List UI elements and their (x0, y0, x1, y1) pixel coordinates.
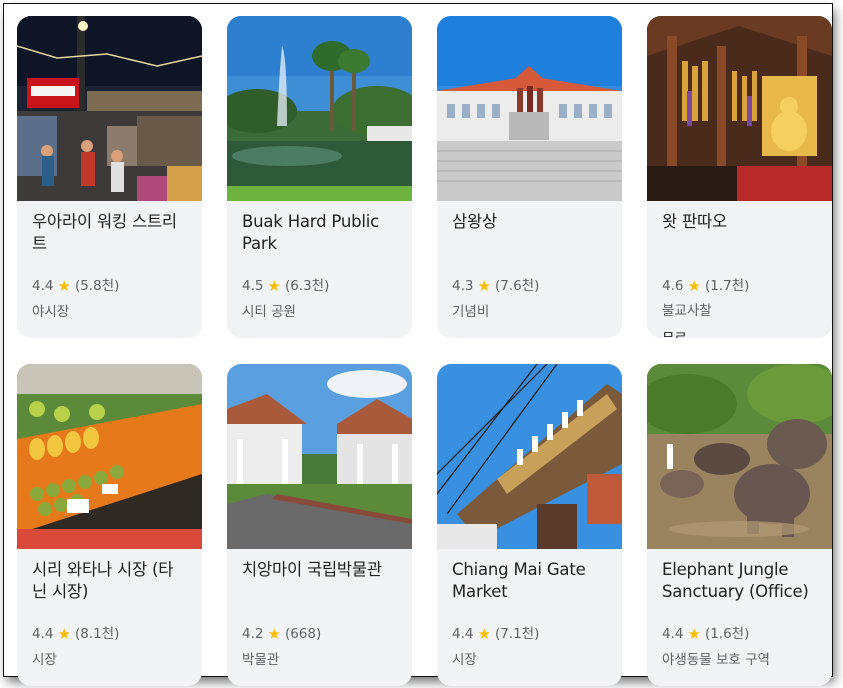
review-count: (1.6천) (704, 626, 750, 642)
rating-row: 4.4 ★ (7.1천) (452, 625, 607, 643)
results-panel: 우아라이 워킹 스트리트 4.4 ★ (5.8천) 야시장 Buak Hard … (4, 4, 832, 686)
place-grid: 우아라이 워킹 스트리트 4.4 ★ (5.8천) 야시장 Buak Hard … (17, 16, 832, 686)
place-category: 시장 (32, 652, 57, 668)
rating-row: 4.4 ★ (8.1천) (32, 625, 187, 643)
place-name[interactable]: Elephant Jungle Sanctuary (Office) (662, 559, 817, 609)
place-category: 시장 (452, 652, 477, 668)
review-count: (8.1천) (74, 626, 120, 642)
rating-value: 4.4 (32, 626, 54, 642)
rating-row: 4.2 ★ (668) (242, 625, 397, 643)
rating-row: 4.5 ★ (6.3천) (242, 277, 397, 295)
rating-row: 4.4 ★ (1.6천) (662, 625, 817, 643)
review-count: (1.7천) (704, 278, 750, 294)
star-icon: ★ (267, 625, 281, 643)
place-card[interactable]: Buak Hard Public Park 4.5 ★ (6.3천) 시티 공원 (227, 16, 412, 338)
place-name[interactable]: 왓 판따오 (662, 211, 817, 261)
rating-row: 4.3 ★ (7.6천) (452, 277, 607, 295)
place-card[interactable]: 치앙마이 국립박물관 4.2 ★ (668) 박물관 (227, 364, 412, 686)
rating-value: 4.2 (242, 626, 264, 642)
star-icon: ★ (687, 625, 701, 643)
place-card[interactable]: Elephant Jungle Sanctuary (Office) 4.4 ★… (647, 364, 832, 686)
rating-row: 4.4 ★ (5.8천) (32, 277, 187, 295)
place-photo (647, 364, 832, 549)
star-icon: ★ (477, 277, 491, 295)
place-card[interactable]: 왓 판따오 4.6 ★ (1.7천) 불교사찰 무료 (647, 16, 832, 338)
place-name[interactable]: Buak Hard Public Park (242, 211, 397, 261)
place-photo (17, 16, 202, 201)
place-photo (227, 364, 412, 549)
place-photo (647, 16, 832, 201)
review-count: (5.8천) (74, 278, 120, 294)
star-icon: ★ (267, 277, 281, 295)
place-name[interactable]: 시리 와타나 시장 (타닌 시장) (32, 559, 187, 609)
star-icon: ★ (57, 625, 71, 643)
place-category: 야시장 (32, 304, 70, 320)
rating-value: 4.3 (452, 278, 474, 294)
review-count: (7.6천) (494, 278, 540, 294)
place-photo (17, 364, 202, 549)
review-count: (6.3천) (284, 278, 330, 294)
place-category: 박물관 (242, 652, 280, 668)
review-count: (7.1천) (494, 626, 540, 642)
place-card[interactable]: 시리 와타나 시장 (타닌 시장) 4.4 ★ (8.1천) 시장 (17, 364, 202, 686)
place-photo (437, 16, 622, 201)
place-photo (437, 364, 622, 549)
rating-row: 4.6 ★ (1.7천) (662, 277, 817, 295)
review-count: (668) (284, 626, 322, 642)
place-category: 시티 공원 (242, 304, 296, 320)
rating-value: 4.4 (32, 278, 54, 294)
place-name[interactable]: 우아라이 워킹 스트리트 (32, 211, 187, 261)
place-name[interactable]: Chiang Mai Gate Market (452, 559, 607, 609)
place-category: 기념비 (452, 304, 490, 320)
place-card[interactable]: 우아라이 워킹 스트리트 4.4 ★ (5.8천) 야시장 (17, 16, 202, 338)
star-icon: ★ (687, 277, 701, 295)
place-category: 야생동물 보호 구역 (662, 652, 770, 668)
place-card[interactable]: 삼왕상 4.3 ★ (7.6천) 기념비 (437, 16, 622, 338)
place-name[interactable]: 삼왕상 (452, 211, 607, 261)
rating-value: 4.5 (242, 278, 264, 294)
price-label: 무료 (662, 330, 817, 338)
star-icon: ★ (57, 277, 71, 295)
place-card[interactable]: Chiang Mai Gate Market 4.4 ★ (7.1천) 시장 (437, 364, 622, 686)
place-name[interactable]: 치앙마이 국립박물관 (242, 559, 397, 609)
star-icon: ★ (477, 625, 491, 643)
place-photo (227, 16, 412, 201)
rating-value: 4.6 (662, 278, 684, 294)
rating-value: 4.4 (662, 626, 684, 642)
rating-value: 4.4 (452, 626, 474, 642)
place-category: 불교사찰 (662, 303, 712, 319)
